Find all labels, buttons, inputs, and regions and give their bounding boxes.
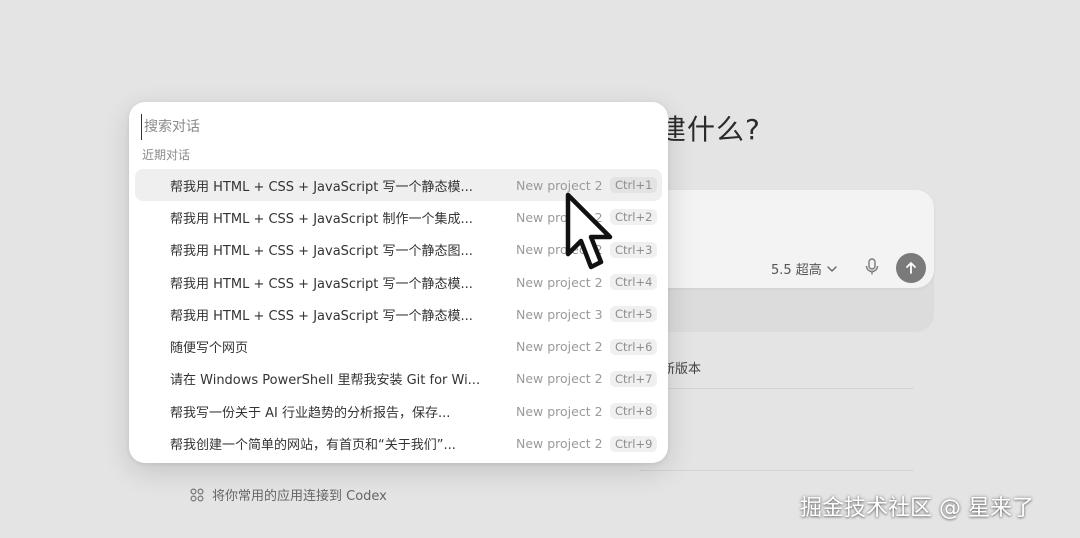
search-row (141, 114, 644, 140)
divider (640, 470, 914, 471)
shortcut-badge: Ctrl+6 (610, 338, 658, 355)
conversation-project: New project 2 (516, 274, 603, 290)
search-input[interactable] (141, 114, 644, 140)
conversation-project: New project 2 (516, 339, 603, 355)
model-select[interactable]: 5.5 超高 (771, 259, 838, 278)
conversation-title: 随便写个网页 (170, 341, 249, 357)
microphone-icon[interactable] (864, 258, 880, 276)
conversation-search-palette: 近期对话 帮我用 HTML + CSS + JavaScript 写一个静态模.… (129, 102, 668, 463)
conversation-title: 帮我用 HTML + CSS + JavaScript 制作一个集成... (170, 211, 473, 227)
conversation-item[interactable]: 帮我用 HTML + CSS + JavaScript 写一个静态模... Ne… (135, 298, 662, 330)
conversation-title: 帮我用 HTML + CSS + JavaScript 写一个静态模... (170, 179, 473, 195)
conversation-item[interactable]: 随便写个网页 New project 2 Ctrl+6 (135, 330, 662, 362)
watermark-text: 掘金技术社区 @ 星来了 (800, 496, 1034, 521)
conversation-project: New project 3 (516, 306, 603, 322)
arrow-cursor-icon (565, 192, 613, 270)
conversation-title: 帮我创建一个简单的网站，有首页和“关于我们”... (170, 438, 456, 454)
shortcut-badge: Ctrl+7 (610, 370, 658, 387)
conversation-item[interactable]: 帮我创建一个简单的网站，有首页和“关于我们”... New project 2 … (135, 427, 662, 459)
conversation-project: New project 2 (516, 403, 603, 419)
conversation-project: New project 2 (516, 371, 603, 387)
conversation-item[interactable]: 请在 Windows PowerShell 里帮我安装 Git for Wi..… (135, 363, 662, 395)
apps-grid-icon (190, 487, 204, 502)
divider (640, 388, 914, 389)
conversation-project: New project 2 (516, 436, 603, 452)
app-window: 建什么? 5.5 超高 新版本 将你常用的应用连接到 Codex 搜索对话 近期… (0, 0, 1080, 538)
conversation-title: 帮我用 HTML + CSS + JavaScript 写一个静态模... (170, 308, 473, 324)
shortcut-badge: Ctrl+5 (610, 306, 658, 323)
connect-apps-link[interactable]: 将你常用的应用连接到 Codex (190, 485, 387, 504)
shortcut-badge: Ctrl+4 (610, 274, 658, 291)
model-select-label: 5.5 超高 (771, 263, 822, 278)
conversation-title: 帮我用 HTML + CSS + JavaScript 写一个静态模... (170, 276, 473, 292)
arrow-up-icon (906, 262, 916, 274)
conversation-title: 帮我写一份关于 AI 行业趋势的分析报告，保存... (170, 405, 451, 421)
page-heading: 建什么? (658, 113, 761, 146)
conversation-title: 帮我用 HTML + CSS + JavaScript 写一个静态图... (170, 244, 473, 260)
send-button[interactable] (896, 253, 926, 283)
shortcut-badge: Ctrl+1 (610, 177, 658, 194)
conversation-project: New project 2 (516, 177, 603, 193)
shortcut-badge: Ctrl+8 (610, 403, 658, 420)
conversation-title: 请在 Windows PowerShell 里帮我安装 Git for Wi..… (170, 373, 481, 389)
shortcut-badge: Ctrl+9 (610, 435, 658, 452)
connect-apps-label: 将你常用的应用连接到 Codex (212, 489, 387, 504)
chevron-down-icon (827, 265, 837, 272)
conversation-item[interactable]: 帮我写一份关于 AI 行业趋势的分析报告，保存... New project 2… (135, 395, 662, 427)
section-label-recent: 近期对话 (142, 148, 191, 162)
